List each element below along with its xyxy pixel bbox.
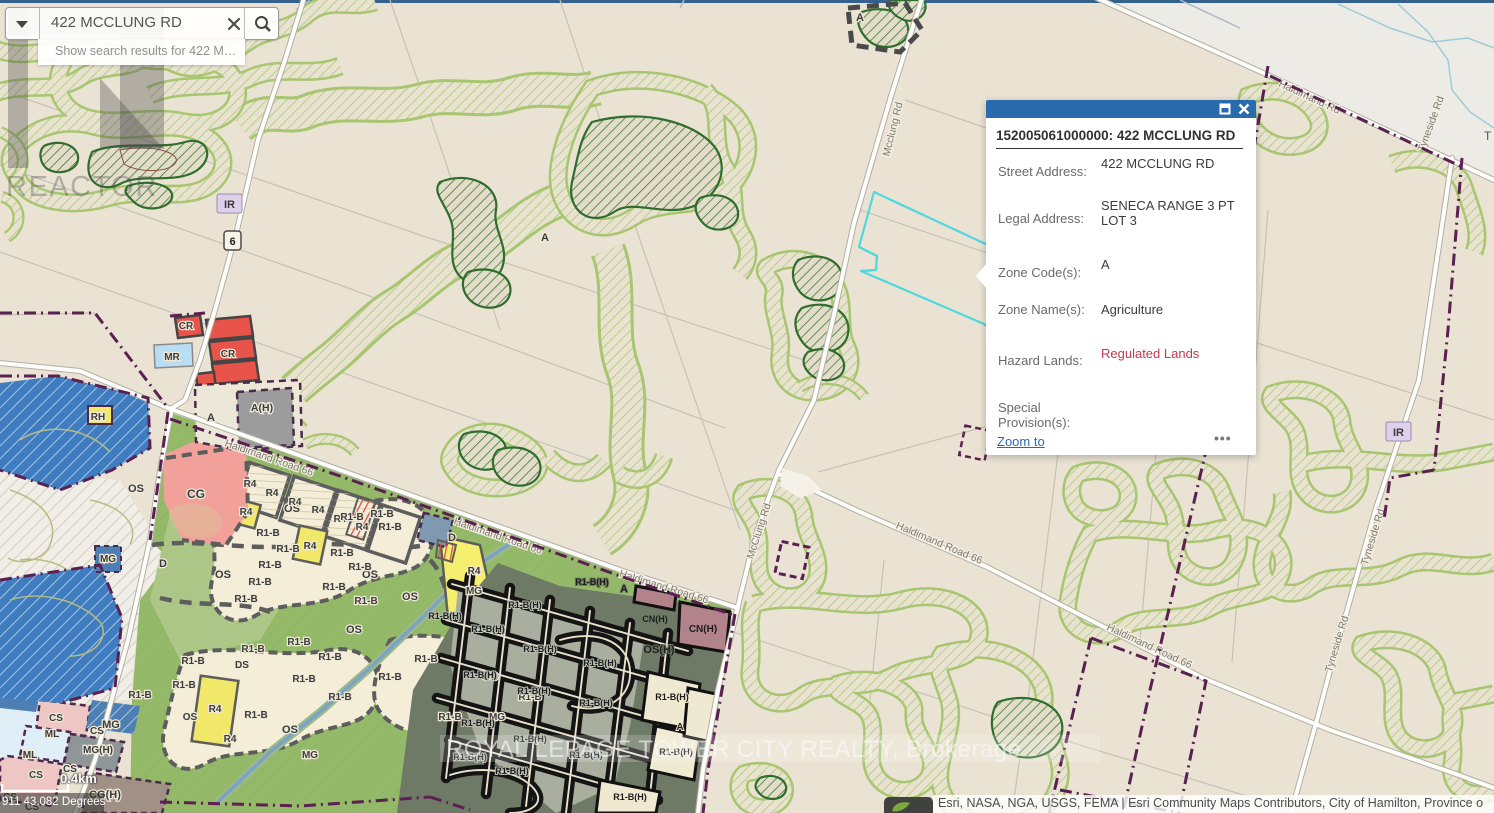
- svg-text:R1-B(H): R1-B(H): [463, 670, 497, 680]
- svg-text:D: D: [448, 532, 456, 544]
- svg-text:OS: OS: [183, 712, 198, 723]
- svg-text:OS(H): OS(H): [643, 644, 675, 656]
- svg-text:OS: OS: [282, 724, 298, 736]
- svg-text:A: A: [620, 584, 627, 595]
- svg-text:OS: OS: [402, 591, 418, 603]
- svg-text:R1-B: R1-B: [438, 712, 461, 723]
- svg-text:R1-B(H): R1-B(H): [495, 766, 529, 776]
- svg-text:R1-B: R1-B: [322, 582, 345, 593]
- svg-text:R4: R4: [312, 505, 325, 516]
- svg-text:R4: R4: [304, 541, 317, 552]
- svg-text:R1-B: R1-B: [378, 672, 401, 683]
- svg-text:CN(H): CN(H): [689, 624, 717, 635]
- svg-text:R1-B(H): R1-B(H): [428, 611, 462, 621]
- svg-text:R1-B(H): R1-B(H): [461, 718, 495, 728]
- svg-text:CG: CG: [187, 487, 205, 501]
- svg-text:OS: OS: [215, 569, 231, 581]
- svg-text:R1-B: R1-B: [276, 544, 299, 555]
- svg-text:R1-B: R1-B: [172, 680, 195, 691]
- svg-text:MG(H): MG(H): [83, 745, 113, 756]
- svg-text:6: 6: [229, 236, 235, 248]
- svg-text:MG: MG: [466, 586, 482, 597]
- svg-text:RH: RH: [91, 412, 105, 423]
- svg-text:CN(H): CN(H): [642, 614, 668, 624]
- svg-text:R4: R4: [468, 566, 481, 577]
- svg-text:R1-B: R1-B: [256, 528, 279, 539]
- svg-text:MR: MR: [164, 352, 180, 363]
- svg-text:R1-B: R1-B: [248, 577, 271, 588]
- svg-text:R1-B: R1-B: [330, 548, 353, 559]
- svg-text:R4: R4: [289, 497, 302, 508]
- svg-text:REACTOR: REACTOR: [6, 171, 158, 203]
- svg-text:A: A: [856, 12, 864, 24]
- svg-text:A(H): A(H): [251, 402, 273, 414]
- svg-text:R1-B: R1-B: [241, 644, 264, 655]
- svg-text:R4: R4: [266, 488, 279, 499]
- svg-text:R1-B: R1-B: [234, 594, 257, 605]
- svg-text:IR: IR: [1393, 427, 1404, 439]
- svg-text:CS: CS: [49, 713, 63, 724]
- svg-text:R1-B: R1-B: [378, 522, 401, 533]
- svg-text:R1-B: R1-B: [287, 637, 310, 648]
- svg-text:R1-B: R1-B: [414, 654, 437, 665]
- svg-text:R1-B(H): R1-B(H): [508, 600, 542, 610]
- svg-text:CR: CR: [221, 349, 236, 360]
- svg-text:R4: R4: [244, 479, 257, 490]
- svg-text:DS: DS: [235, 660, 249, 671]
- svg-text:A: A: [676, 722, 683, 733]
- svg-text:R1-B: R1-B: [370, 509, 393, 520]
- svg-text:T: T: [1484, 129, 1492, 143]
- svg-text:R1-B(H): R1-B(H): [471, 624, 505, 634]
- svg-text:R1-B: R1-B: [244, 710, 267, 721]
- svg-text:D: D: [159, 558, 167, 570]
- svg-text:R1-B: R1-B: [128, 690, 151, 701]
- svg-text:R1-B: R1-B: [292, 674, 315, 685]
- svg-text:R1-B(H): R1-B(H): [655, 692, 689, 702]
- svg-text:R1-B: R1-B: [340, 512, 363, 523]
- svg-text:CS: CS: [29, 770, 43, 781]
- svg-text:MG: MG: [100, 554, 116, 565]
- svg-text:R1-B(H): R1-B(H): [583, 658, 617, 668]
- svg-text:R4: R4: [240, 507, 253, 518]
- svg-text:R1-B(H): R1-B(H): [579, 698, 613, 708]
- svg-text:R1-B: R1-B: [318, 652, 341, 663]
- svg-text:MG: MG: [102, 719, 120, 731]
- svg-text:ML: ML: [45, 729, 59, 740]
- svg-text:R1-B(H): R1-B(H): [523, 644, 557, 654]
- svg-text:R1-B: R1-B: [348, 562, 371, 573]
- svg-text:R1-B(H): R1-B(H): [517, 686, 551, 696]
- svg-text:ML: ML: [23, 750, 37, 761]
- svg-text:R4: R4: [224, 734, 237, 745]
- svg-text:R1-B(H): R1-B(H): [613, 792, 647, 802]
- svg-text:CR: CR: [179, 321, 194, 332]
- svg-text:R4: R4: [356, 522, 369, 533]
- svg-text:R4: R4: [209, 704, 222, 715]
- svg-text:A: A: [207, 412, 215, 424]
- svg-text:OS: OS: [346, 624, 362, 636]
- svg-text:R1-B: R1-B: [258, 560, 281, 571]
- svg-text:MG: MG: [302, 750, 318, 761]
- svg-text:A: A: [541, 232, 549, 244]
- svg-text:R1-B: R1-B: [354, 596, 377, 607]
- svg-text:R1-B: R1-B: [181, 656, 204, 667]
- svg-text:R1-B: R1-B: [328, 692, 351, 703]
- svg-text:R1-B(H): R1-B(H): [575, 577, 609, 587]
- svg-text:OS: OS: [128, 483, 144, 495]
